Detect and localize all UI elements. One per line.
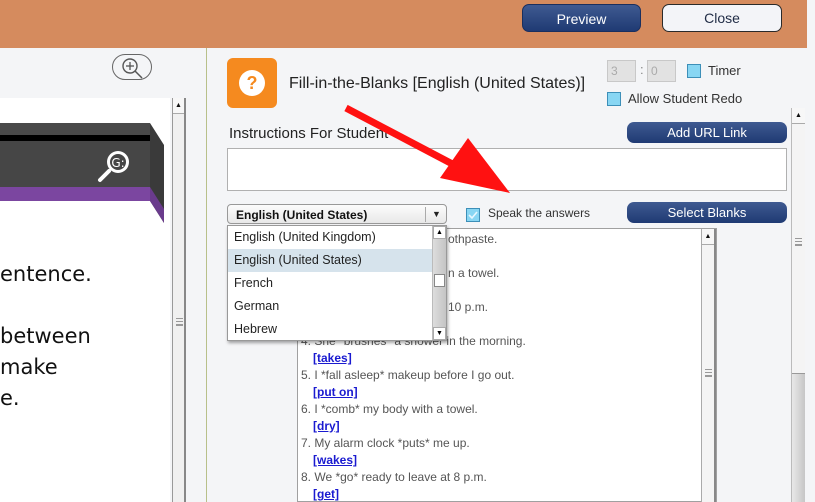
scroll-thumb[interactable] [434,274,445,287]
content-line: 10 p.m. [448,300,489,314]
slide-canvas: G: entence. between make e. [0,98,170,502]
chevron-down-icon[interactable]: ▼ [432,209,441,219]
zoom-in-icon [122,58,143,79]
content-line: 8. We *go* ready to leave at 8 p.m. [301,470,487,484]
speak-answers-label: Speak the answers [488,206,591,220]
answer-link[interactable]: [takes] [313,351,352,365]
svg-text:G:: G: [111,156,124,170]
allow-redo-checkbox[interactable] [607,92,621,106]
language-select-value: English (United States) [236,208,368,222]
scroll-grip-icon[interactable] [705,369,712,377]
content-line: othpaste. [448,232,498,246]
answer-link[interactable]: [dry] [313,419,340,433]
banner-top [0,123,150,135]
add-url-link-button[interactable]: Add URL Link [627,122,787,143]
language-select[interactable]: English (United States) ▼ [227,204,447,224]
slide-text-line: e. [0,386,20,410]
scroll-track[interactable] [792,373,805,502]
slide-scrollbar[interactable]: ▲ [172,98,186,502]
language-option-selected[interactable]: English (United States) [228,249,432,272]
select-separator [425,207,426,222]
close-button[interactable]: Close [662,4,782,32]
question-icon: ? [227,58,277,108]
language-option[interactable]: English (United Kingdom) [228,226,432,249]
slide-text-line: make [0,355,58,379]
answer-link[interactable]: [wakes] [313,453,357,467]
dropdown-scrollbar[interactable]: ▲ ▼ [432,226,446,340]
editor-scrollbar[interactable]: ▲ [791,108,805,502]
panel-divider [206,48,207,502]
scroll-up-icon[interactable]: ▲ [792,108,805,124]
search-icon: G: [98,151,129,182]
select-blanks-button[interactable]: Select Blanks [627,202,787,223]
language-dropdown-list: English (United Kingdom) English (United… [227,225,447,341]
speak-answers-checkbox[interactable] [466,208,480,222]
content-line: 5. I *fall asleep* makeup before I go ou… [301,368,515,382]
red-arrow-annotation [344,104,510,193]
timer-seconds-input[interactable]: 0 [647,60,676,82]
timer-colon: : [640,62,644,77]
allow-redo-label: Allow Student Redo [628,91,743,106]
zoom-in-button[interactable] [112,54,152,80]
answer-link[interactable]: [put on] [313,385,358,399]
timer-minutes-input[interactable]: 3 [607,60,636,82]
slide-text-line: between [0,324,91,348]
window-edge [807,0,815,502]
slide-text-line: entence. [0,262,92,286]
scroll-up-icon[interactable]: ▲ [173,98,184,114]
scroll-grip-icon[interactable] [795,238,802,246]
activity-title: Fill-in-the-Blanks [English (United Stat… [289,75,586,92]
checkmark-icon [468,211,478,220]
answer-link[interactable]: [get] [313,487,339,501]
scroll-grip-icon[interactable] [176,318,183,326]
banner-side [150,123,164,223]
content-line: n a towel. [448,266,500,280]
content-scrollbar[interactable]: ▲ [701,229,716,502]
timer-checkbox[interactable] [687,64,701,78]
content-line: 7. My alarm clock *puts* me up. [301,436,470,450]
language-option[interactable]: Hebrew [228,318,432,341]
content-line: 6. I *comb* my body with a towel. [301,402,478,416]
scroll-down-icon[interactable]: ▼ [433,327,446,340]
scroll-up-icon[interactable]: ▲ [702,229,714,245]
banner-purple-stripe [0,187,150,201]
preview-button[interactable]: Preview [522,4,641,32]
timer-label: Timer [708,63,741,78]
language-option[interactable]: German [228,295,432,318]
language-option[interactable]: French [228,272,432,295]
scroll-up-icon[interactable]: ▲ [433,226,446,239]
